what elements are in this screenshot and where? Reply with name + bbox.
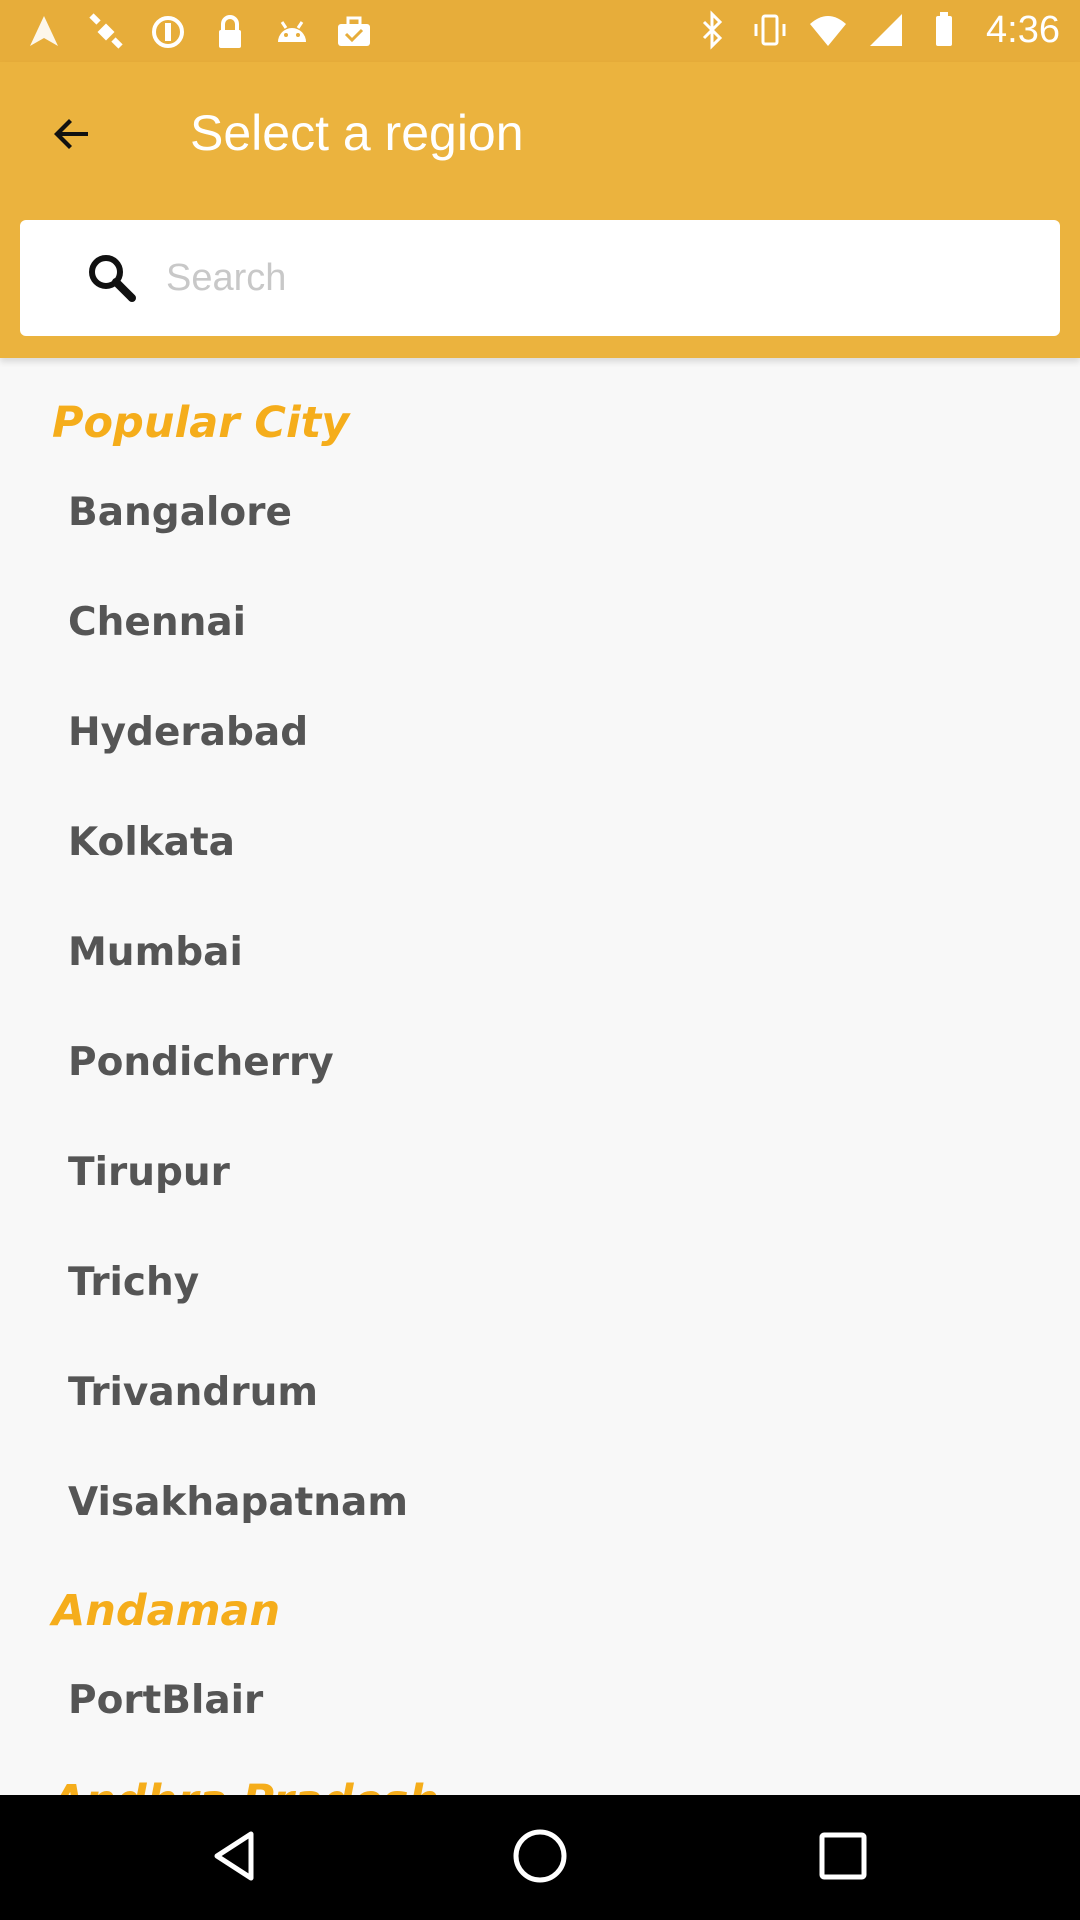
android-icon xyxy=(270,10,314,54)
lock-icon xyxy=(208,10,252,54)
app-bar: Select a region xyxy=(0,62,1080,358)
section-header-andhra-pradesh: Andhra Pradesh xyxy=(52,1776,439,1795)
list-item[interactable]: Kolkata xyxy=(0,792,1080,902)
search-bar[interactable] xyxy=(20,220,1060,336)
list-item[interactable]: Pondicherry xyxy=(0,1012,1080,1122)
region-list: Popular City Bangalore Chennai Hyderabad… xyxy=(0,358,1080,1795)
list-item[interactable]: Bangalore xyxy=(0,462,1080,572)
page-title: Select a region xyxy=(190,105,524,161)
status-right-icons: 4:36 xyxy=(690,8,1060,52)
list-item[interactable]: Hyderabad xyxy=(0,682,1080,792)
section-header-popular-city: Popular City xyxy=(52,398,350,448)
list-item-label: Kolkata xyxy=(68,820,235,865)
list-item[interactable]: Chennai xyxy=(0,572,1080,682)
list-item[interactable]: Trichy xyxy=(0,1232,1080,1342)
list-item[interactable]: Trivandrum xyxy=(0,1342,1080,1452)
search-input[interactable] xyxy=(166,240,1026,316)
signal-icon xyxy=(864,8,908,52)
list-item-label: Hyderabad xyxy=(68,710,309,755)
list-item-label: Chennai xyxy=(68,600,247,645)
list-item-label: PortBlair xyxy=(68,1678,264,1723)
section-header-andaman: Andaman xyxy=(52,1586,281,1636)
home-circle-icon xyxy=(510,1826,570,1890)
fake-gps-icon xyxy=(22,10,66,54)
wifi-icon xyxy=(806,8,850,52)
status-left-icons xyxy=(22,10,376,54)
search-icon xyxy=(84,250,140,306)
back-triangle-icon xyxy=(207,1828,263,1888)
list-item[interactable]: Mumbai xyxy=(0,902,1080,1012)
sync-icon xyxy=(146,10,190,54)
list-item-label: Tirupur xyxy=(68,1150,230,1195)
list-item-label: Bangalore xyxy=(68,490,292,535)
nav-home-button[interactable] xyxy=(505,1823,575,1893)
briefcase-check-icon xyxy=(332,10,376,54)
navigation-bar xyxy=(0,1795,1080,1920)
status-time: 4:36 xyxy=(986,8,1060,51)
nav-recents-button[interactable] xyxy=(808,1823,878,1893)
nav-back-button[interactable] xyxy=(200,1823,270,1893)
list-item-label: Pondicherry xyxy=(68,1040,334,1085)
vibrate-icon xyxy=(748,8,792,52)
arrow-back-icon xyxy=(48,110,96,162)
status-bar: 4:36 xyxy=(0,0,1080,62)
list-item-label: Trichy xyxy=(68,1260,200,1305)
list-item[interactable]: Tirupur xyxy=(0,1122,1080,1232)
list-item[interactable]: Visakhapatnam xyxy=(0,1452,1080,1562)
list-item-label: Trivandrum xyxy=(68,1370,318,1415)
back-button[interactable] xyxy=(34,98,110,174)
battery-icon xyxy=(922,8,966,52)
recents-square-icon xyxy=(817,1830,869,1886)
list-item-label: Visakhapatnam xyxy=(68,1480,409,1525)
satellite-icon xyxy=(84,10,128,54)
bluetooth-icon xyxy=(690,8,734,52)
list-item-label: Mumbai xyxy=(68,930,243,975)
list-item[interactable]: PortBlair xyxy=(0,1650,1080,1760)
